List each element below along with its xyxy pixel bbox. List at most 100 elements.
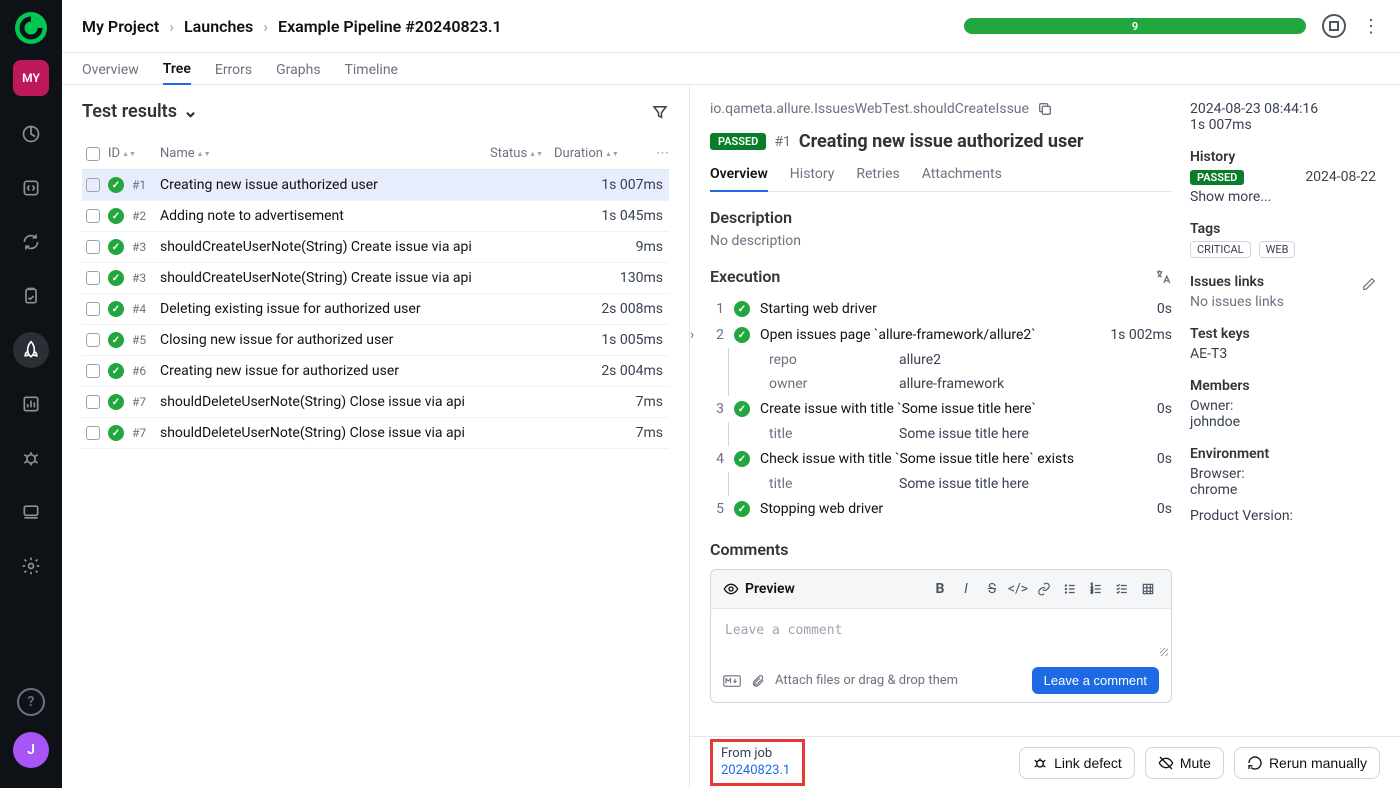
sort-icon: ▲▼ (605, 152, 615, 156)
detail-tab-overview[interactable]: Overview (710, 166, 768, 192)
tab-timeline[interactable]: Timeline (345, 62, 398, 84)
nav-code[interactable] (13, 170, 49, 206)
table-row[interactable]: #5 Closing new issue for authorized user… (82, 325, 669, 356)
select-all-checkbox[interactable] (86, 147, 100, 161)
execution-steps: 1 Starting web driver 0s › 2 Open issues… (710, 296, 1172, 522)
nav-clipboard[interactable] (13, 278, 49, 314)
sort-icon: ▲▼ (197, 152, 207, 156)
execution-step[interactable]: › 2 Open issues page `allure-framework/a… (710, 322, 1172, 348)
step-name: Open issues page `allure-framework/allur… (760, 327, 1100, 343)
nav-analytics[interactable] (13, 386, 49, 422)
column-duration[interactable]: Duration▲▼ (554, 146, 642, 161)
project-badge[interactable]: MY (13, 60, 49, 96)
param-value: Some issue title here (899, 476, 1172, 492)
bullet-list-icon[interactable] (1059, 578, 1081, 600)
test-number: #1 (774, 134, 791, 150)
table-row[interactable]: #6 Creating new issue for authorized use… (82, 356, 669, 387)
table-options-icon[interactable]: ⋯ (656, 146, 669, 161)
nav-defects[interactable] (13, 440, 49, 476)
from-job-link[interactable]: 20240823.1 (721, 763, 790, 780)
status-passed-icon (734, 451, 750, 467)
preview-button[interactable]: Preview (723, 581, 795, 597)
results-title[interactable]: Test results ⌄ (82, 101, 198, 122)
translate-icon[interactable] (1154, 268, 1172, 286)
tab-graphs[interactable]: Graphs (276, 62, 320, 84)
tab-tree[interactable]: Tree (163, 61, 191, 85)
column-status[interactable]: Status▲▼ (490, 146, 546, 161)
detail-tab-retries[interactable]: Retries (856, 166, 899, 191)
row-checkbox[interactable] (86, 333, 100, 347)
members-owner-label: Owner: (1190, 398, 1376, 414)
mute-button[interactable]: Mute (1145, 747, 1224, 779)
step-param: titleSome issue title here (728, 472, 1172, 496)
progress-bar[interactable]: 9 (964, 18, 1306, 34)
leave-comment-button[interactable]: Leave a comment (1032, 667, 1159, 694)
table-row[interactable]: #3 shouldCreateUserNote(String) Create i… (82, 263, 669, 294)
tag-chip[interactable]: WEB (1259, 241, 1296, 258)
param-key: owner (769, 376, 899, 392)
column-id[interactable]: ID▲▼ (108, 146, 136, 161)
row-checkbox[interactable] (86, 364, 100, 378)
nav-launches[interactable] (13, 332, 49, 368)
row-checkbox[interactable] (86, 178, 100, 192)
nav-dashboard[interactable] (13, 116, 49, 152)
breadcrumb-pipeline[interactable]: Example Pipeline #20240823.1 (278, 17, 502, 36)
comment-input[interactable]: Leave a comment (711, 609, 1171, 659)
execution-step[interactable]: 4 Check issue with title `Some issue tit… (710, 446, 1172, 472)
execution-step[interactable]: 3 Create issue with title `Some issue ti… (710, 396, 1172, 422)
nav-env[interactable] (13, 494, 49, 530)
table-row[interactable]: #7 shouldDeleteUserNote(String) Close is… (82, 418, 669, 449)
attach-icon[interactable] (751, 674, 765, 688)
row-name: Adding note to advertisement (160, 208, 601, 224)
column-name[interactable]: Name▲▼ (160, 146, 482, 161)
test-title: Creating new issue authorized user (799, 131, 1084, 152)
resize-handle[interactable] (1160, 648, 1168, 656)
detail-tab-attachments[interactable]: Attachments (922, 166, 1002, 191)
nav-settings[interactable] (13, 548, 49, 584)
markdown-icon[interactable] (723, 675, 741, 687)
link-icon[interactable] (1033, 578, 1055, 600)
tab-errors[interactable]: Errors (215, 62, 252, 84)
bottom-bar: From job 20240823.1 Link defect Mute (690, 736, 1400, 788)
table-row[interactable]: #7 shouldDeleteUserNote(String) Close is… (82, 387, 669, 418)
breadcrumb-project[interactable]: My Project (82, 17, 159, 36)
row-checkbox[interactable] (86, 271, 100, 285)
more-menu-icon[interactable]: ⋮ (1362, 16, 1380, 37)
execution-step[interactable]: 5 Stopping web driver 0s (710, 496, 1172, 522)
param-value: Some issue title here (899, 426, 1172, 442)
table-row[interactable]: #1 Creating new issue authorized user 1s… (82, 170, 669, 201)
nav-sync[interactable] (13, 224, 49, 260)
row-checkbox[interactable] (86, 209, 100, 223)
stop-icon[interactable] (1322, 14, 1346, 38)
checklist-icon[interactable] (1111, 578, 1133, 600)
bold-icon[interactable]: B (929, 578, 951, 600)
app-logo[interactable] (15, 12, 47, 44)
rerun-button[interactable]: Rerun manually (1234, 747, 1380, 779)
link-defect-button[interactable]: Link defect (1019, 747, 1135, 779)
filter-icon[interactable] (651, 103, 669, 121)
table-row[interactable]: #3 shouldCreateUserNote(String) Create i… (82, 232, 669, 263)
detail-tab-history[interactable]: History (790, 166, 835, 191)
breadcrumb-section[interactable]: Launches (184, 17, 253, 36)
code-icon[interactable]: </> (1007, 578, 1029, 600)
show-more-link[interactable]: Show more... (1190, 189, 1376, 205)
table-row[interactable]: #2 Adding note to advertisement 1s 045ms (82, 201, 669, 232)
row-checkbox[interactable] (86, 302, 100, 316)
strikethrough-icon[interactable]: S (981, 578, 1003, 600)
tag-chip[interactable]: CRITICAL (1190, 241, 1251, 258)
edit-icon[interactable] (1362, 277, 1376, 291)
chevron-right-icon[interactable]: › (690, 327, 700, 343)
copy-icon[interactable] (1037, 101, 1053, 117)
help-icon[interactable]: ? (17, 688, 45, 716)
italic-icon[interactable]: I (955, 578, 977, 600)
numbered-list-icon[interactable]: 123 (1085, 578, 1107, 600)
table-icon[interactable] (1137, 578, 1159, 600)
row-id: #1 (132, 178, 152, 192)
row-checkbox[interactable] (86, 240, 100, 254)
row-checkbox[interactable] (86, 426, 100, 440)
execution-step[interactable]: 1 Starting web driver 0s (710, 296, 1172, 322)
user-avatar[interactable]: J (13, 732, 49, 768)
row-checkbox[interactable] (86, 395, 100, 409)
table-row[interactable]: #4 Deleting existing issue for authorize… (82, 294, 669, 325)
tab-overview[interactable]: Overview (82, 62, 139, 84)
